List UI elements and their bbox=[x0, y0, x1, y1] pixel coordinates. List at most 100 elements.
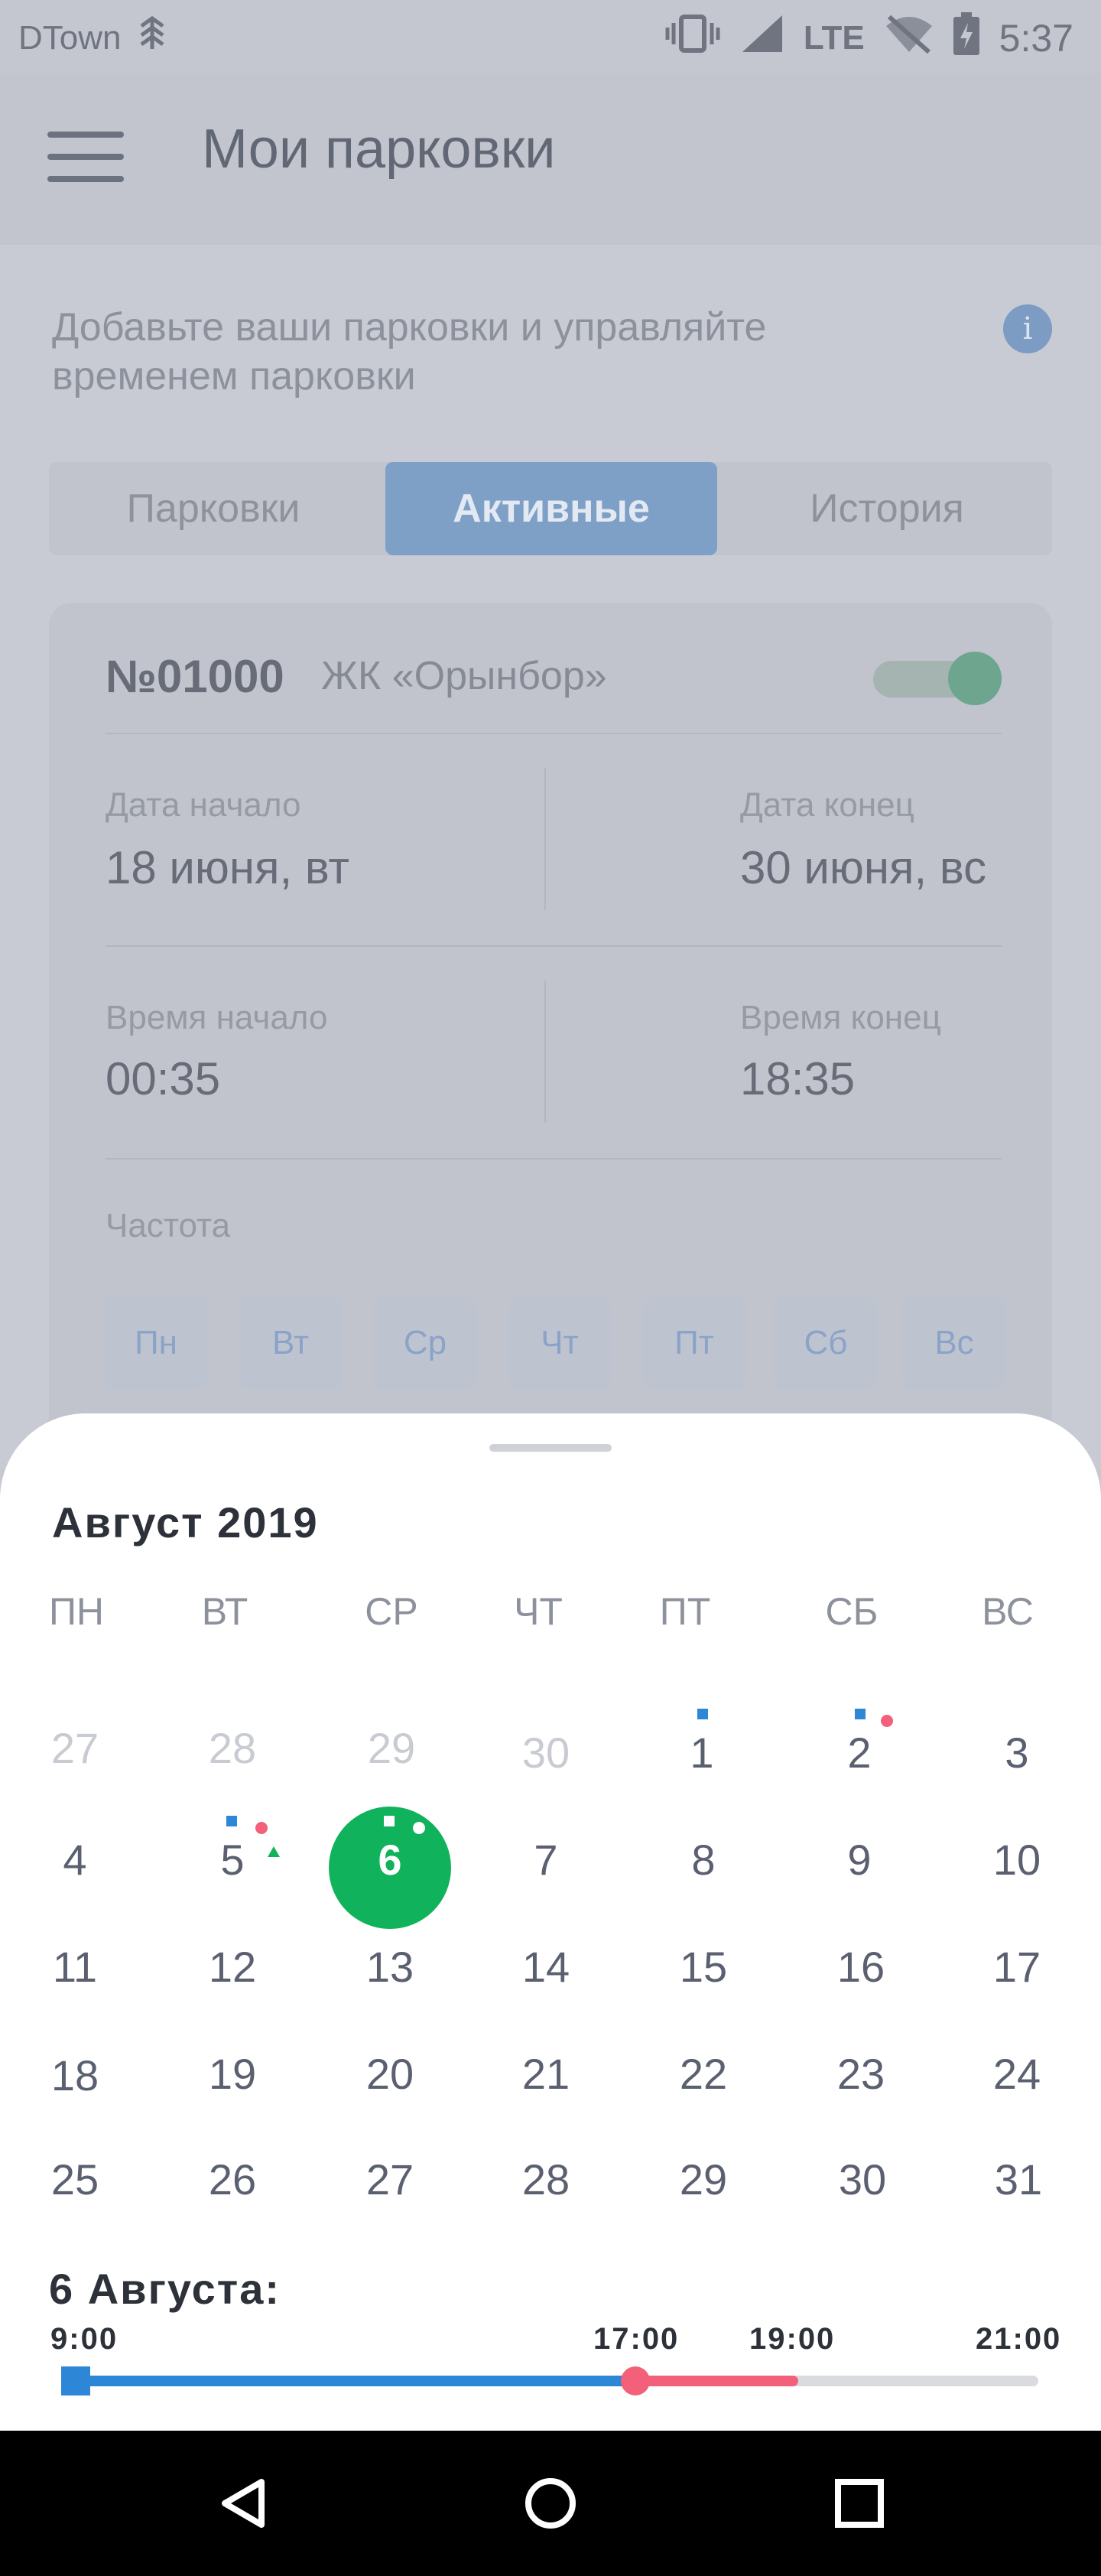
day-chip-mon[interactable]: Пн bbox=[104, 1297, 208, 1389]
calendar-day[interactable]: 22 bbox=[642, 2036, 765, 2113]
end-date-value[interactable]: 30 июня, вс bbox=[740, 841, 986, 894]
calendar-day[interactable]: 17 bbox=[956, 1929, 1078, 2005]
calendar-day[interactable]: 2 bbox=[798, 1715, 921, 1791]
timeline-label: 9:00 bbox=[50, 2322, 119, 2356]
navigation-bar bbox=[0, 2431, 1101, 2576]
weekday-header: СР bbox=[365, 1590, 418, 1633]
timeline-start-handle[interactable] bbox=[61, 2366, 90, 2395]
selected-date-title: 6 Августа: bbox=[49, 2265, 281, 2313]
battery-charging-icon bbox=[953, 12, 979, 64]
event-marker-blue bbox=[226, 1816, 237, 1826]
calendar-day[interactable]: 27 bbox=[329, 2142, 451, 2218]
day-chip-wed[interactable]: Ср bbox=[373, 1297, 477, 1389]
calendar-day[interactable]: 20 bbox=[329, 2036, 451, 2113]
parking-number: №01000 bbox=[106, 651, 284, 702]
calendar-day[interactable]: 25 bbox=[14, 2142, 136, 2218]
calendar-day[interactable]: 13 bbox=[329, 1929, 451, 2005]
tab-active[interactable]: Активные bbox=[385, 462, 717, 555]
recents-icon[interactable] bbox=[821, 2465, 898, 2542]
calendar-day[interactable]: 11 bbox=[14, 1929, 136, 2005]
calendar-day[interactable]: 4 bbox=[14, 1822, 136, 1898]
event-marker-white bbox=[413, 1822, 425, 1834]
calendar-day-selected[interactable]: 6 bbox=[329, 1822, 451, 1898]
vibrate-icon bbox=[664, 14, 721, 63]
sheet-drag-handle[interactable] bbox=[489, 1444, 612, 1452]
weekday-header: ПН bbox=[48, 1590, 105, 1633]
day-chip-fri[interactable]: Пт bbox=[642, 1297, 746, 1389]
start-date-value[interactable]: 18 июня, вт bbox=[106, 841, 349, 894]
calendar-day[interactable]: 3 bbox=[956, 1715, 1078, 1791]
start-date-label: Дата начало bbox=[106, 786, 301, 824]
carrier-name: DTown bbox=[18, 18, 122, 57]
divider bbox=[106, 1158, 1002, 1160]
calendar-day[interactable]: 19 bbox=[171, 2036, 294, 2113]
event-marker-pink bbox=[255, 1822, 268, 1834]
timeline-label: 17:00 bbox=[593, 2322, 680, 2356]
weekday-header: ЧТ bbox=[514, 1590, 563, 1633]
tabs: Парковки Активные История bbox=[49, 462, 1052, 555]
calendar-day[interactable]: 14 bbox=[485, 1929, 607, 2005]
divider bbox=[544, 768, 546, 910]
month-title: Август 2019 bbox=[52, 1498, 319, 1547]
calendar-day[interactable]: 15 bbox=[642, 1929, 765, 2005]
start-time-value[interactable]: 00:35 bbox=[106, 1052, 220, 1105]
calendar-day-prev-month: 28 bbox=[208, 1724, 257, 1772]
frequency-label: Частота bbox=[106, 1207, 231, 1244]
day-chip-sun[interactable]: Вс bbox=[902, 1297, 1006, 1389]
day-chip-thu[interactable]: Чт bbox=[508, 1297, 612, 1389]
calendar-day[interactable]: 18 bbox=[14, 2038, 136, 2114]
divider bbox=[106, 945, 1002, 947]
frequency-days: Пн Вт Ср Чт Пт Сб Вс bbox=[104, 1297, 1009, 1389]
calendar-day-prev-month: 30 bbox=[521, 1729, 570, 1777]
menu-icon[interactable] bbox=[47, 132, 124, 182]
divider bbox=[544, 981, 546, 1123]
timeline-segment-pink bbox=[635, 2376, 798, 2386]
event-marker-pink bbox=[881, 1715, 893, 1727]
calendar-day[interactable]: 24 bbox=[956, 2036, 1078, 2113]
app-bar: Мои парковки bbox=[0, 73, 1101, 245]
calendar-day[interactable]: 28 bbox=[485, 2142, 607, 2218]
end-time-value[interactable]: 18:35 bbox=[740, 1052, 855, 1105]
home-icon[interactable] bbox=[512, 2465, 589, 2542]
day-chip-sat[interactable]: Сб bbox=[774, 1297, 878, 1389]
timeline-mid-handle[interactable] bbox=[621, 2366, 650, 2395]
calendar-day[interactable]: 31 bbox=[957, 2142, 1080, 2218]
calendar-day[interactable]: 21 bbox=[485, 2036, 607, 2113]
event-marker-blue bbox=[697, 1709, 708, 1719]
start-time-label: Время начало bbox=[106, 999, 328, 1036]
timeline-label: 21:00 bbox=[976, 2322, 1062, 2356]
wifi-off-icon bbox=[885, 14, 934, 63]
calendar-day[interactable]: 12 bbox=[171, 1929, 294, 2005]
calendar-day[interactable]: 7 bbox=[485, 1822, 607, 1898]
calendar-day[interactable]: 29 bbox=[642, 2142, 765, 2218]
back-icon[interactable] bbox=[206, 2465, 283, 2542]
weekday-header: СБ bbox=[825, 1590, 879, 1633]
calendar-sheet: Август 2019 ПН ВТ СР ЧТ ПТ СБ ВС 27 28 2… bbox=[0, 1413, 1101, 2431]
sync-icon bbox=[135, 15, 169, 60]
calendar-day-prev-month: 27 bbox=[50, 1724, 99, 1772]
calendar-day[interactable]: 8 bbox=[642, 1822, 765, 1898]
timeline-label: 19:00 bbox=[749, 2322, 836, 2356]
calendar-day[interactable]: 9 bbox=[798, 1822, 921, 1898]
info-icon[interactable]: i bbox=[1003, 304, 1052, 353]
tab-parkings[interactable]: Парковки bbox=[49, 462, 378, 555]
calendar-day[interactable]: 10 bbox=[956, 1822, 1078, 1898]
calendar-day[interactable]: 5 bbox=[171, 1822, 294, 1898]
signal-icon bbox=[741, 14, 784, 63]
parking-toggle[interactable] bbox=[873, 652, 1002, 705]
tab-history[interactable]: История bbox=[722, 462, 1052, 555]
calendar-day[interactable]: 23 bbox=[800, 2036, 922, 2113]
day-chip-tue[interactable]: Вт bbox=[239, 1297, 343, 1389]
event-marker-white bbox=[384, 1816, 395, 1826]
calendar-day[interactable]: 30 bbox=[801, 2142, 924, 2218]
calendar-day[interactable]: 1 bbox=[641, 1715, 763, 1791]
weekday-header: ВС bbox=[982, 1590, 1034, 1633]
status-bar: DTown LTE 5:37 bbox=[0, 0, 1101, 73]
calendar-day[interactable]: 16 bbox=[800, 1929, 922, 2005]
page-title: Мои парковки bbox=[202, 119, 556, 180]
calendar-day[interactable]: 26 bbox=[171, 2142, 294, 2218]
event-marker-blue bbox=[855, 1709, 866, 1719]
calendar-day-prev-month: 29 bbox=[367, 1724, 416, 1772]
clock: 5:37 bbox=[999, 17, 1073, 60]
weekday-header: ВТ bbox=[201, 1590, 248, 1633]
